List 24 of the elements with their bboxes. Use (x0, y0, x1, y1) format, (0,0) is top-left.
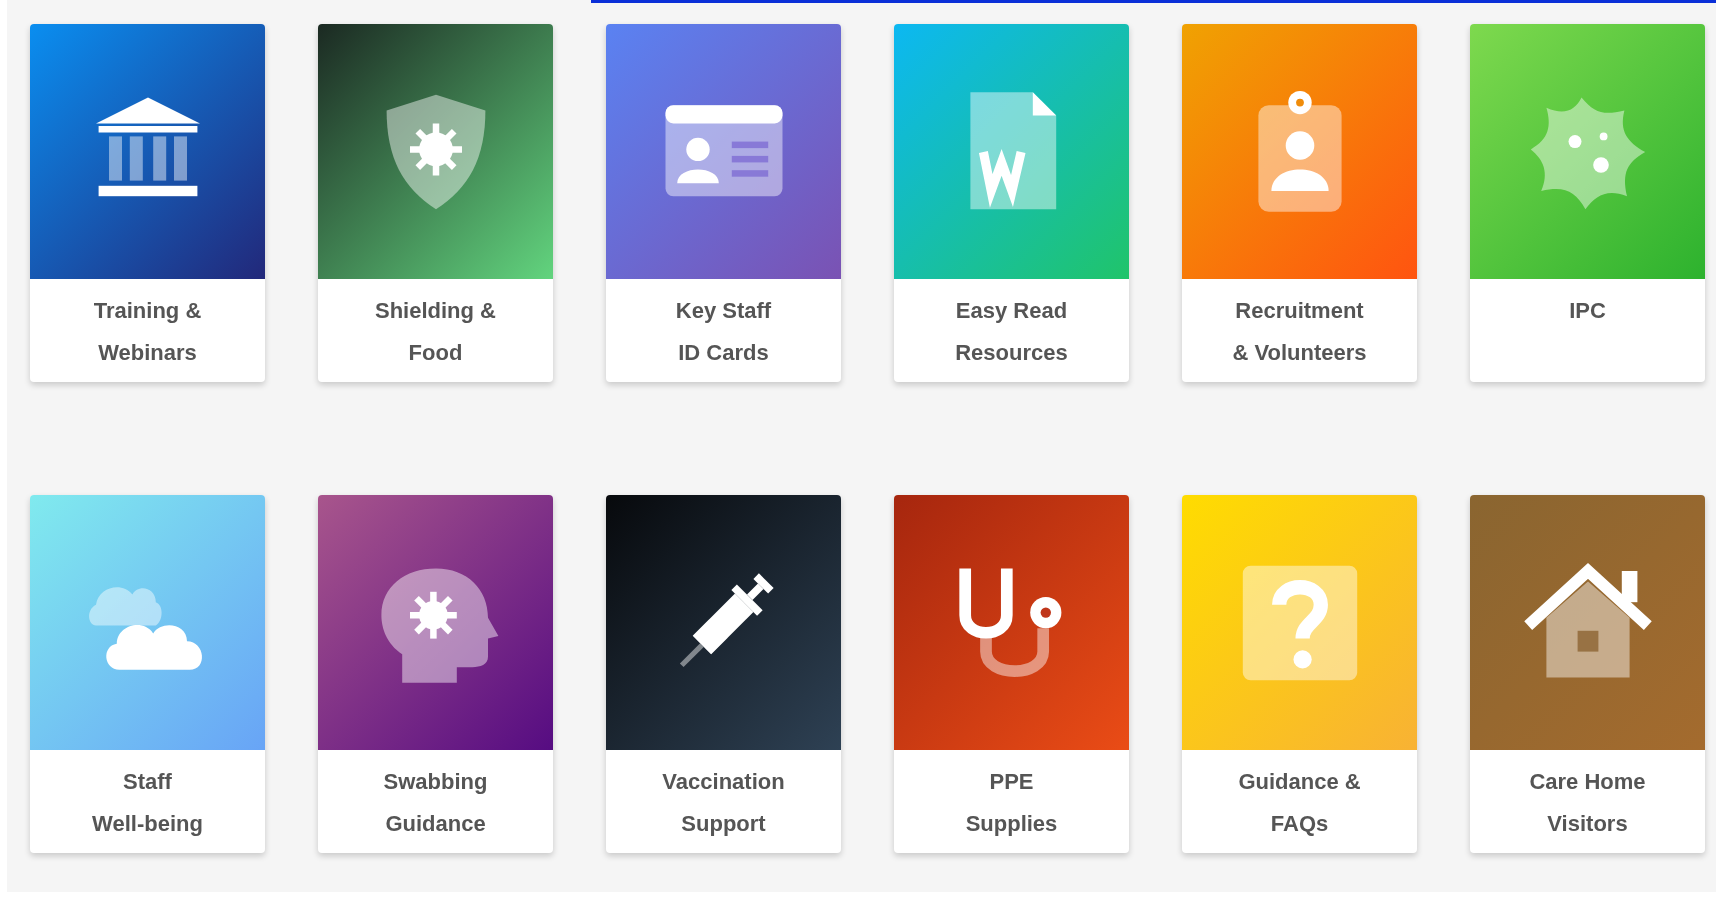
resource-tile[interactable]: Recruitment & Volunteers (1182, 24, 1417, 382)
tile-label: Recruitment & Volunteers (1231, 297, 1368, 367)
tile-label: PPE Supplies (964, 768, 1059, 838)
resource-tile[interactable]: Vaccination Support (606, 495, 841, 853)
tile-label: Care Home Visitors (1528, 768, 1647, 838)
resource-tile[interactable]: Guidance & FAQs (1182, 495, 1417, 853)
resource-tile[interactable]: Key Staff ID Cards (606, 24, 841, 382)
resource-tile[interactable]: Staff Well-being (30, 495, 265, 853)
tile-label: Vaccination Support (661, 768, 786, 838)
resource-tile[interactable]: Care Home Visitors (1470, 495, 1705, 853)
resource-tile[interactable]: Swabbing Guidance (318, 495, 553, 853)
tile-label: IPC (1568, 297, 1607, 325)
tile-label: Staff Well-being (91, 768, 204, 838)
tile-label: Easy Read Resources (954, 297, 1069, 367)
resource-tile[interactable]: Training & Webinars (30, 24, 265, 382)
tile-label: Key Staff ID Cards (674, 297, 773, 367)
tile-label: Guidance & FAQs (1237, 768, 1362, 838)
resource-tile[interactable]: Easy Read Resources (894, 24, 1129, 382)
resource-tile[interactable]: Shielding & Food (318, 24, 553, 382)
tile-label: Swabbing Guidance (382, 768, 489, 838)
resource-tile[interactable]: IPC (1470, 24, 1705, 382)
resource-tile[interactable]: PPE Supplies (894, 495, 1129, 853)
tile-label: Shielding & Food (374, 297, 497, 367)
tile-label: Training & Webinars (92, 297, 203, 367)
